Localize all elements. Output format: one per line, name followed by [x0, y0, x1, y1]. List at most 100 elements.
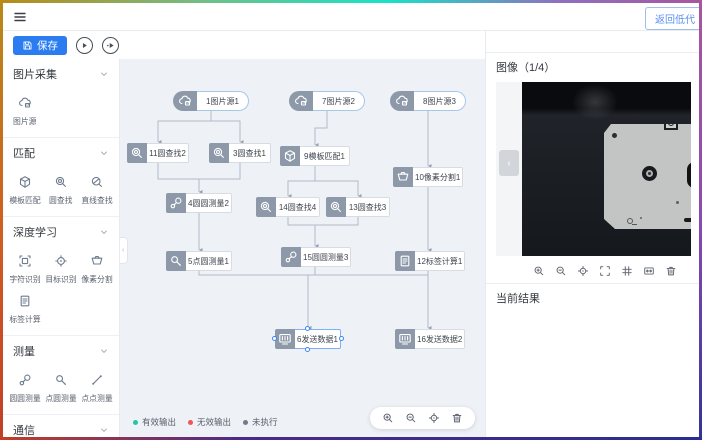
- segment-icon: [90, 251, 104, 270]
- flow-node-label: 9模板匹配1: [300, 146, 350, 166]
- flow-edge: [308, 271, 428, 328]
- fullscreen-icon[interactable]: [599, 265, 611, 277]
- tool-label: 圆圆测量: [9, 392, 40, 403]
- zoom-out-icon[interactable]: [555, 265, 567, 277]
- cloud-icon: [390, 91, 414, 111]
- trash-icon[interactable]: [451, 412, 463, 424]
- sidebar-section-title: 通信: [13, 422, 35, 437]
- image-artifact: [572, 84, 618, 120]
- tool-item[interactable]: 点圆测量: [43, 366, 79, 406]
- flow-node[interactable]: 1图片源1: [173, 91, 249, 111]
- selection-handle[interactable]: [305, 347, 310, 352]
- tool-label: 直线查找: [81, 194, 112, 205]
- tool-label: 模板匹配: [9, 194, 40, 205]
- run-button[interactable]: [76, 37, 93, 54]
- sidebar-section-header[interactable]: 图片采集: [3, 59, 119, 87]
- flow-node[interactable]: 12标签计算1: [395, 251, 461, 271]
- run-once-button[interactable]: [102, 37, 119, 54]
- sidebar-section-header[interactable]: 通信: [3, 415, 119, 437]
- sidebar-section-header[interactable]: 深度学习: [3, 217, 119, 245]
- hamburger-icon[interactable]: [13, 9, 29, 25]
- tool-item[interactable]: 直线查找: [79, 168, 115, 208]
- cloud-icon: [18, 93, 32, 112]
- sidebar-section-title: 深度学习: [13, 224, 57, 240]
- flow-node[interactable]: 8图片源3: [390, 91, 466, 111]
- flow-edge: [315, 111, 327, 145]
- selection-handle[interactable]: [272, 336, 277, 341]
- canvas-zoom-toolbar: [370, 407, 475, 429]
- flow-node-label: 10像素分割1: [413, 167, 463, 187]
- send-icon: [275, 329, 295, 349]
- flow-node-label: 11圆查找2: [147, 143, 189, 163]
- flow-node[interactable]: 7图片源2: [289, 91, 365, 111]
- flow-node[interactable]: 4圆圆测量2: [166, 193, 232, 213]
- circle-find-icon: [54, 172, 68, 191]
- tool-item[interactable]: 点点测量: [79, 366, 115, 406]
- flow-node[interactable]: 14圆查找4: [256, 197, 320, 217]
- tool-item[interactable]: 目标识别: [43, 247, 79, 287]
- tool-item[interactable]: 圆圆测量: [7, 366, 43, 406]
- chevron-down-icon: [99, 69, 109, 79]
- tool-item[interactable]: 字符识别: [7, 247, 43, 287]
- flow-node[interactable]: 3圆查找1: [209, 143, 271, 163]
- flow-node-label: 7图片源2: [313, 91, 365, 111]
- tool-label: 点点测量: [81, 392, 112, 403]
- sidebar-section-title: 测量: [13, 343, 35, 359]
- flow-node[interactable]: 5点圆测量1: [166, 251, 232, 271]
- grid-icon[interactable]: [621, 265, 633, 277]
- prev-image-button[interactable]: ‹: [499, 150, 519, 176]
- flow-edge: [199, 271, 308, 328]
- tool-item[interactable]: 图片源: [7, 89, 43, 129]
- sidebar-section-header[interactable]: 测量: [3, 336, 119, 364]
- back-to-lowcode-button[interactable]: 返回低代: [645, 7, 699, 30]
- flow-node[interactable]: 10像素分割1: [393, 167, 463, 187]
- locate-icon[interactable]: [428, 412, 440, 424]
- chevron-left-icon: ‹: [507, 158, 510, 169]
- tool-item[interactable]: 像素分割: [79, 247, 115, 287]
- hole-mark: [612, 133, 617, 138]
- chevron-down-icon: [99, 227, 109, 237]
- measure-cc-icon: [281, 247, 301, 267]
- flow-canvas[interactable]: ‹ 有效输出无效输出未执行 1图片源17图片源28图片源311圆查找23圆查找1…: [120, 59, 485, 437]
- viewer-toolbar: [496, 258, 691, 283]
- zoom-out-icon[interactable]: [405, 412, 417, 424]
- cloud-icon: [173, 91, 197, 111]
- fit-icon[interactable]: [643, 265, 655, 277]
- flow-node[interactable]: 13圆查找3: [326, 197, 390, 217]
- tool-item[interactable]: 圆查找: [43, 168, 79, 208]
- flow-edge: [288, 217, 315, 246]
- tool-label: 标签计算: [9, 313, 40, 324]
- flow-node[interactable]: 16发送数据2: [395, 329, 461, 349]
- flow-node[interactable]: 9模板匹配1: [280, 146, 350, 166]
- save-button[interactable]: 保存: [13, 36, 67, 55]
- sidebar-section-header[interactable]: 匹配: [3, 138, 119, 166]
- tool-label: 像素分割: [81, 273, 112, 284]
- legend-item: 无效输出: [188, 416, 231, 428]
- cloud-icon: [289, 91, 313, 111]
- play-icon: [79, 40, 90, 51]
- sidebar-collapse-handle[interactable]: ‹: [120, 237, 128, 264]
- locate-icon[interactable]: [577, 265, 589, 277]
- zoom-in-icon[interactable]: [382, 412, 394, 424]
- measure-pp-icon: [90, 370, 104, 389]
- send-icon: [395, 329, 415, 349]
- inspection-image[interactable]: [522, 82, 691, 256]
- etched-mark: [627, 218, 633, 224]
- tool-item[interactable]: 标签计算: [7, 287, 43, 327]
- image-panel-title: 图像（1/4）: [486, 53, 699, 80]
- legend-label: 未执行: [252, 416, 278, 428]
- selection-handle[interactable]: [305, 326, 310, 331]
- flow-node[interactable]: 15圆圆测量3: [281, 247, 349, 267]
- chevron-down-icon: [99, 148, 109, 158]
- fiducial-mark: [664, 116, 678, 130]
- selection-handle[interactable]: [339, 336, 344, 341]
- flow-node[interactable]: 11圆查找2: [127, 143, 189, 163]
- doc-icon: [18, 291, 32, 310]
- cube-icon: [18, 172, 32, 191]
- tool-item[interactable]: 模板匹配: [7, 168, 43, 208]
- flow-node[interactable]: 6发送数据1: [275, 329, 341, 349]
- viewer-side-strip: ‹: [496, 82, 522, 256]
- zoom-in-icon[interactable]: [533, 265, 545, 277]
- flow-node-label: 8图片源3: [414, 91, 466, 111]
- trash-icon[interactable]: [665, 265, 677, 277]
